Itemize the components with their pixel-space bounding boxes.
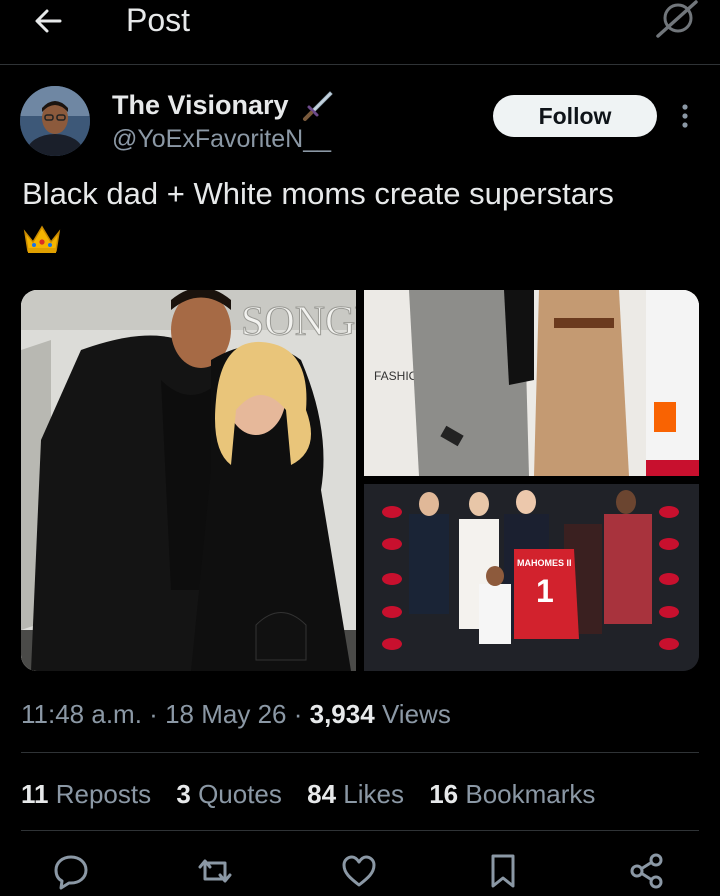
page-title: Post xyxy=(126,2,191,38)
author-handle[interactable]: @YoExFavoriteN__ xyxy=(112,122,331,156)
divider xyxy=(21,830,699,831)
author-name[interactable]: The Visionary xyxy=(112,86,289,124)
share-icon[interactable] xyxy=(628,852,666,890)
post-meta: 11:48 a.m. · 18 May 26 · 3,934 Views xyxy=(21,699,451,729)
post-text: Black dad + White moms create superstars xyxy=(22,176,614,211)
media-grid[interactable]: SONGW FASHIO xyxy=(21,290,699,671)
bookmark-icon[interactable] xyxy=(484,852,522,890)
jersey-number: 1 xyxy=(536,573,554,609)
top-bar xyxy=(0,0,720,65)
reply-icon[interactable] xyxy=(52,852,90,890)
views-count[interactable]: 3,934 xyxy=(310,699,375,729)
repost-icon[interactable] xyxy=(196,852,234,890)
svg-text:SONGW: SONGW xyxy=(241,299,356,345)
photo-2[interactable]: FASHIO xyxy=(364,290,699,476)
quotes-stat[interactable]: 3 Quotes xyxy=(176,779,282,809)
reposts-stat[interactable]: 11 Reposts xyxy=(21,779,151,809)
views-label[interactable]: Views xyxy=(382,699,451,729)
photo-text-fashion: FASHIO xyxy=(374,369,418,383)
follow-button[interactable]: Follow xyxy=(493,95,657,137)
jersey-name: MAHOMES II xyxy=(517,558,572,568)
engagement-stats: 11 Reposts 3 Quotes 84 Likes 16 Bookmark… xyxy=(21,776,613,812)
divider xyxy=(21,752,699,753)
dagger-icon xyxy=(300,88,336,122)
like-icon[interactable] xyxy=(340,852,378,890)
avatar[interactable] xyxy=(20,86,90,156)
arrow-left-icon[interactable] xyxy=(30,4,70,36)
post-time: 11:48 a.m. xyxy=(21,699,142,729)
likes-stat[interactable]: 84 Likes xyxy=(307,779,404,809)
crown-icon xyxy=(22,222,62,256)
grok-icon[interactable] xyxy=(654,0,700,38)
photo-3[interactable]: MAHOMES II 1 xyxy=(364,484,699,671)
more-options-icon[interactable] xyxy=(676,100,694,132)
post-date: 18 May 26 xyxy=(165,699,287,729)
bookmarks-stat[interactable]: 16 Bookmarks xyxy=(429,779,595,809)
photo-1[interactable]: SONGW xyxy=(21,290,356,671)
